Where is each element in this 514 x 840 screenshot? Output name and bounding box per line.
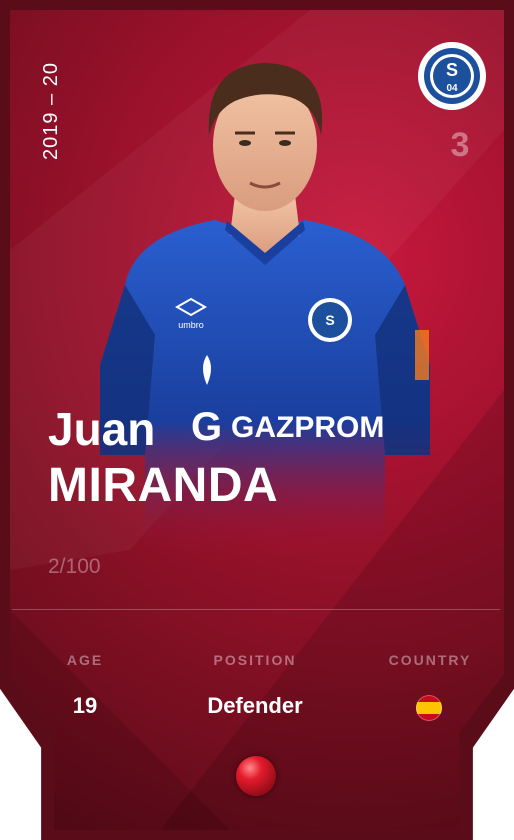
player-first-name: Juan xyxy=(48,403,156,455)
stats-divider xyxy=(12,609,500,610)
player-card[interactable]: 2019 – 20 S 04 3 umbro S G GAZPROM Juan … xyxy=(0,0,514,840)
spain-flag-icon xyxy=(416,695,442,721)
rarity-number: 3 xyxy=(450,126,470,164)
card-body: 2019 – 20 S 04 3 umbro S G GAZPROM Juan … xyxy=(10,10,504,830)
rarity-gem-icon xyxy=(236,756,276,796)
age-value: 19 xyxy=(72,693,98,718)
svg-text:G: G xyxy=(191,405,222,449)
kit-brand-text: umbro xyxy=(178,320,204,330)
season-label: 2019 – 20 xyxy=(40,62,62,160)
player-last-name: MIRANDA xyxy=(48,459,279,512)
age-label: AGE xyxy=(66,652,104,668)
position-value: Defender xyxy=(207,693,303,718)
country-label: COUNTRY xyxy=(388,652,472,668)
sponsor-text: GAZPROM xyxy=(231,411,384,444)
position-label: POSITION xyxy=(213,652,297,668)
svg-text:S: S xyxy=(446,60,458,80)
svg-text:S: S xyxy=(325,312,334,328)
card-serial: 2/100 xyxy=(48,555,101,578)
svg-text:04: 04 xyxy=(446,83,458,94)
